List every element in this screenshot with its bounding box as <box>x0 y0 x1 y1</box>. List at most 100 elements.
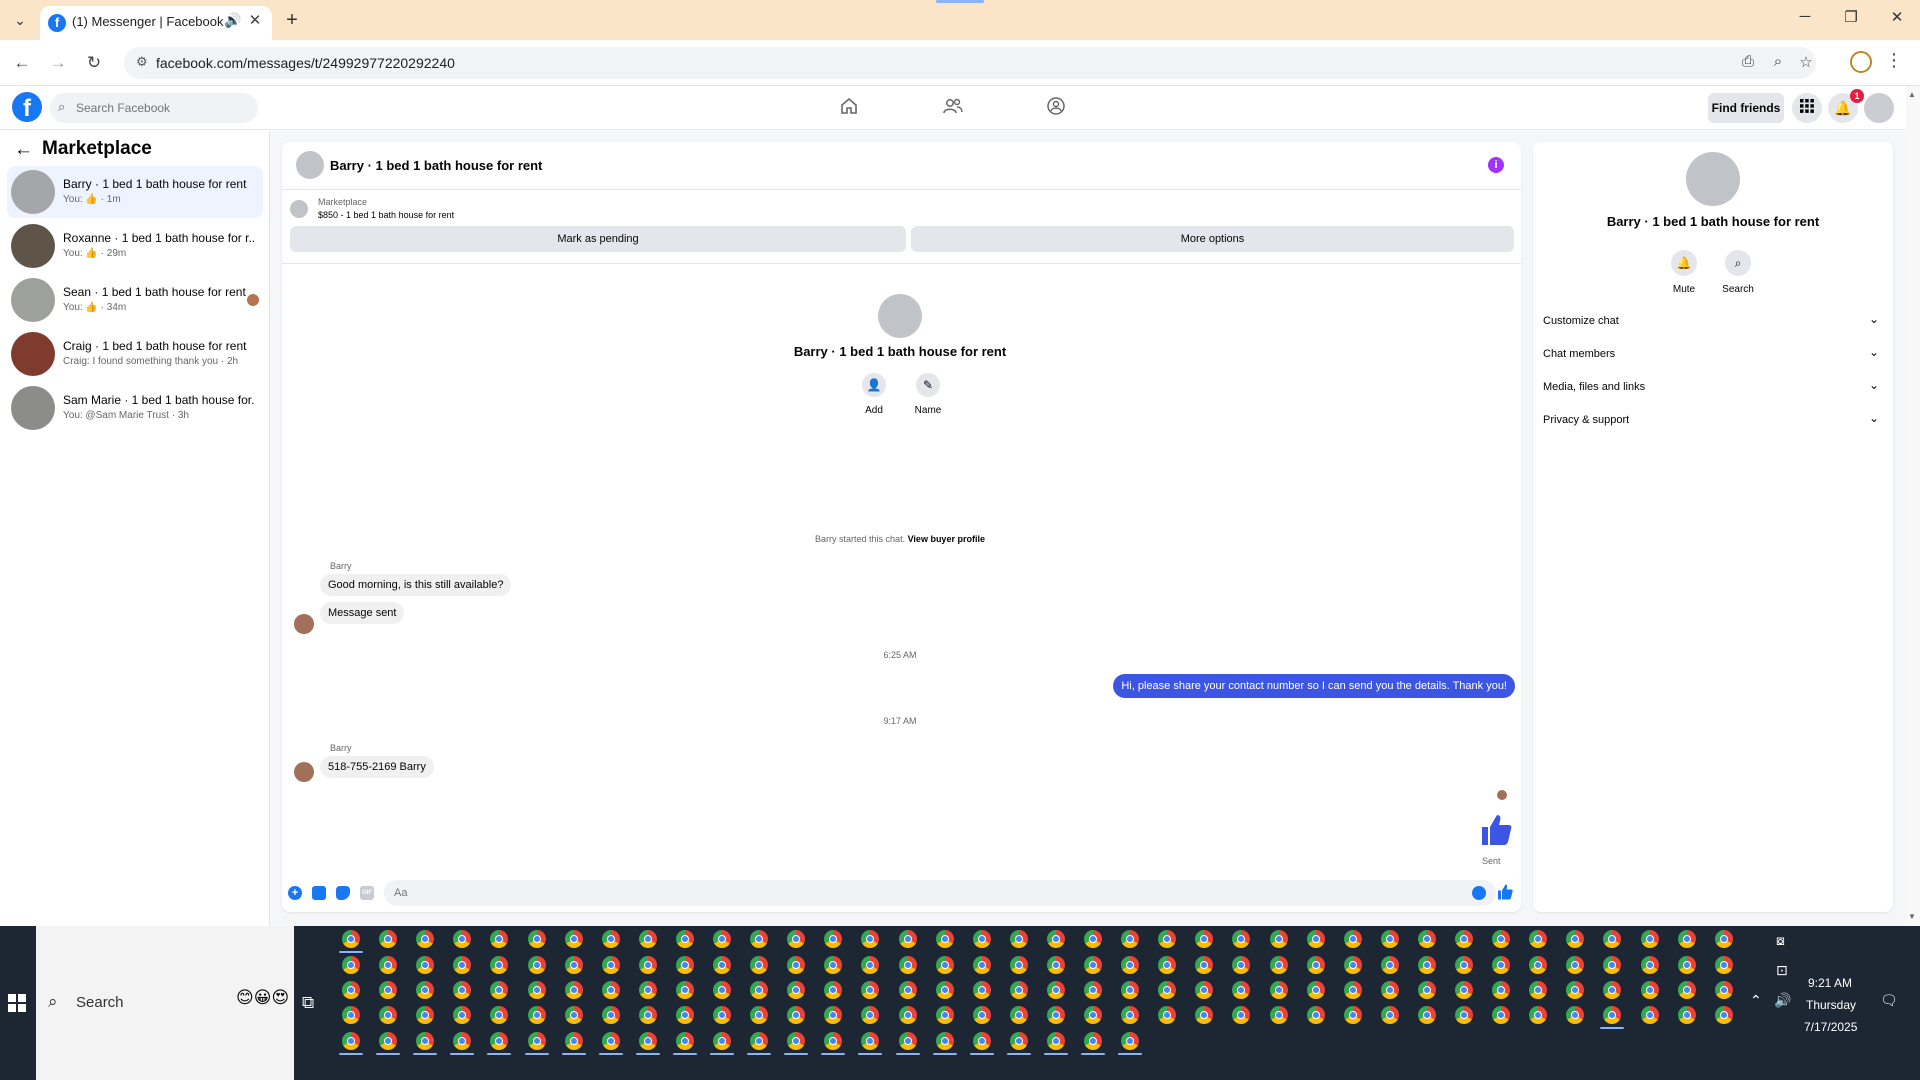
chrome-icon[interactable] <box>935 956 954 974</box>
chrome-icon[interactable] <box>1269 930 1288 948</box>
chrome-icon[interactable] <box>1046 930 1065 948</box>
back-icon[interactable]: ← <box>10 51 34 75</box>
chrome-icon[interactable] <box>1529 956 1548 974</box>
chrome-icon[interactable] <box>638 930 657 948</box>
conversation-item[interactable]: Sean · 1 bed 1 bath house for rent You: … <box>7 274 263 326</box>
chrome-icon[interactable] <box>1566 981 1585 999</box>
chrome-icon[interactable] <box>490 930 509 948</box>
chrome-icon[interactable] <box>601 981 620 999</box>
thumbs-up-icon[interactable] <box>1496 883 1514 901</box>
chrome-icon[interactable] <box>1121 1006 1140 1024</box>
chrome-icon[interactable] <box>1455 1006 1473 1024</box>
chrome-icon[interactable] <box>1269 956 1288 974</box>
chrome-icon[interactable] <box>675 981 694 999</box>
reload-icon[interactable]: ↻ <box>82 51 106 75</box>
chrome-icon[interactable] <box>972 930 991 948</box>
chrome-icon[interactable] <box>601 930 620 948</box>
listing-thumbnail[interactable] <box>290 200 308 218</box>
name-chat-button[interactable]: ✎ Name <box>908 373 948 416</box>
chrome-icon[interactable] <box>379 981 398 999</box>
plus-icon[interactable]: + <box>288 886 302 900</box>
chrome-icon[interactable] <box>1121 1032 1140 1050</box>
chrome-icon[interactable] <box>1566 956 1585 974</box>
chrome-icon[interactable] <box>1009 1032 1028 1050</box>
chrome-icon[interactable] <box>1492 956 1511 974</box>
chrome-icon[interactable] <box>1529 930 1548 948</box>
chrome-icon[interactable] <box>1603 956 1622 974</box>
chrome-icon[interactable] <box>1306 1006 1325 1024</box>
chrome-icon[interactable] <box>601 1006 620 1024</box>
conversation-item[interactable]: Barry · 1 bed 1 bath house for rent You:… <box>7 166 263 218</box>
chrome-icon[interactable] <box>527 956 546 974</box>
scroll-up-icon[interactable]: ▲ <box>1908 90 1916 99</box>
windows-start-icon[interactable] <box>8 994 26 1012</box>
chrome-icon[interactable] <box>1714 930 1733 948</box>
chrome-icon[interactable] <box>1529 1006 1548 1024</box>
chrome-icon[interactable] <box>1195 981 1214 999</box>
image-icon[interactable] <box>312 886 326 900</box>
message-input[interactable] <box>384 880 1496 906</box>
chrome-icon[interactable] <box>861 1006 880 1024</box>
chat-title[interactable]: Barry · 1 bed 1 bath house for rent <box>330 158 542 173</box>
browser-profile-icon[interactable] <box>1850 51 1872 73</box>
chrome-icon[interactable] <box>416 1032 435 1050</box>
chrome-icon[interactable] <box>898 956 917 974</box>
chrome-icon[interactable] <box>787 930 806 948</box>
chrome-icon[interactable] <box>1380 956 1399 974</box>
chrome-icon[interactable] <box>935 981 954 999</box>
chrome-icon[interactable] <box>824 956 843 974</box>
chrome-icon[interactable] <box>1714 981 1733 999</box>
tab-search-chevron-icon[interactable]: ⌄ <box>8 8 32 32</box>
chrome-icon[interactable] <box>1195 956 1214 974</box>
chrome-icon[interactable] <box>1677 930 1696 948</box>
chrome-icon[interactable] <box>935 1006 954 1024</box>
chrome-icon[interactable] <box>1009 1006 1028 1024</box>
groups-icon[interactable] <box>1041 96 1071 120</box>
chrome-icon[interactable] <box>750 1006 769 1024</box>
chrome-icon[interactable] <box>1084 930 1102 948</box>
menu-grid-icon[interactable] <box>1792 93 1822 123</box>
forward-icon[interactable]: → <box>46 51 70 75</box>
back-arrow-icon[interactable]: ← <box>14 139 33 161</box>
chrome-icon[interactable] <box>1640 981 1659 999</box>
chrome-icon[interactable] <box>972 981 991 999</box>
chrome-icon[interactable] <box>1195 1006 1214 1024</box>
chrome-icon[interactable] <box>453 1006 472 1024</box>
chrome-icon[interactable] <box>861 930 880 948</box>
chrome-icon[interactable] <box>824 981 843 999</box>
clock-time[interactable]: 9:21 AM <box>1808 976 1852 990</box>
chrome-icon[interactable] <box>1269 1006 1288 1024</box>
chrome-icon[interactable] <box>1677 981 1696 999</box>
chrome-icon[interactable] <box>490 981 509 999</box>
chrome-icon[interactable] <box>453 981 472 999</box>
chrome-icon[interactable] <box>1232 956 1251 974</box>
chrome-icon[interactable] <box>861 1032 880 1050</box>
chrome-icon[interactable] <box>1417 956 1436 974</box>
listing-price[interactable]: $850 - 1 bed 1 bath house for rent <box>318 210 454 220</box>
chrome-icon[interactable] <box>1306 981 1325 999</box>
chrome-icon[interactable] <box>1195 930 1214 948</box>
taskbar-search[interactable]: ⌕ Search 😊😀😍 <box>36 926 294 1080</box>
thumbs-up-sent-icon[interactable] <box>1478 812 1514 848</box>
facebook-logo[interactable]: f <box>12 92 42 122</box>
chrome-icon[interactable] <box>1306 956 1325 974</box>
chrome-icon[interactable] <box>1343 1006 1362 1024</box>
chrome-icon[interactable] <box>1121 930 1140 948</box>
chrome-icon[interactable] <box>898 981 917 999</box>
outgoing-message[interactable]: Hi, please share your contact number so … <box>1113 674 1515 698</box>
chrome-icon[interactable] <box>1677 956 1696 974</box>
facebook-search-input[interactable] <box>76 98 251 118</box>
page-scrollbar[interactable] <box>1906 86 1920 926</box>
chrome-icon[interactable] <box>1380 930 1399 948</box>
chrome-icon[interactable] <box>453 1032 472 1050</box>
clock-date[interactable]: 7/17/2025 <box>1804 1020 1857 1034</box>
chrome-icon[interactable] <box>342 956 360 974</box>
browser-menu-icon[interactable]: ⋮ <box>1884 50 1904 71</box>
chrome-icon[interactable] <box>527 1032 546 1050</box>
search-in-chat-button[interactable]: ⌕ Search <box>1713 250 1763 295</box>
new-tab-icon[interactable]: + <box>280 8 304 32</box>
meet-now-icon[interactable]: ⧇ <box>1776 932 1785 949</box>
chrome-icon[interactable] <box>1232 981 1251 999</box>
minimize-icon[interactable]: ─ <box>1790 8 1820 25</box>
chrome-icon[interactable] <box>1084 956 1102 974</box>
